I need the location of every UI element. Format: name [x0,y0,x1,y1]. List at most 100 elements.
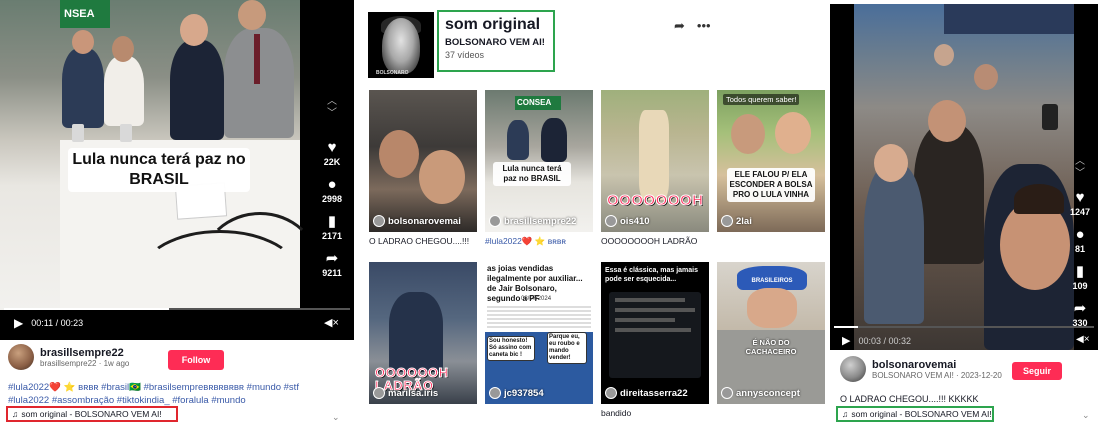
share-icon[interactable]: ➦ [674,18,685,34]
author-meta: brasillsempre22 · 1w ago [40,358,130,368]
video-player[interactable]: ︿ ﹀ ♥ 1247 ● 81 ▮ 109 ➦ 330 ▶ 00:03 / 00… [830,4,1098,350]
comment-icon[interactable]: ● [323,175,341,193]
progress-bar[interactable] [834,326,1094,328]
tile-user: 2lai [721,215,752,227]
action-rail: ︿ ﹀ ♥ 1247 ● 81 ▮ 109 ➦ 330 [1070,156,1090,336]
tile-overlay: Lula nunca terá paz no BRASIL [493,162,571,186]
play-icon[interactable]: ▶ [14,316,23,330]
cable [200,212,320,322]
tile-headline: Essa é clássica, mas jamais pode ser esq… [605,267,699,283]
bookmark-icon[interactable]: ▮ [323,212,341,230]
mute-icon[interactable]: ◀× [1076,334,1090,345]
header-actions: ➦ ••• [674,18,711,34]
grid-video[interactable]: Essa é clássica, mas jamais pode ser esq… [601,262,709,404]
phone [1042,104,1058,130]
music-note-icon: ♫ [842,409,849,419]
heart-icon[interactable]: ♥ [323,138,341,156]
person-head [775,112,811,154]
progress-bar[interactable] [4,308,350,310]
cap: BRASILEIROS [737,266,807,290]
tile-overlay: ELE FALOU P/ ELA ESCONDER A BOLSA PRO O … [727,168,815,202]
avatar[interactable] [8,344,34,370]
mute-icon[interactable]: ◀× [324,316,339,329]
sound-author[interactable]: BOLSONARO VEM AI! [445,37,547,48]
grid-video[interactable]: Todos querem saber! ELE FALOU P/ ELA ESC… [717,90,825,232]
tweet-line [615,308,695,312]
person [507,120,529,160]
hashtags[interactable]: #lula2022❤️ ⭐ ʙʀʙʀ #brasil🇧🇷 #brasilsemp… [8,382,318,407]
mini-avatar [605,215,617,227]
sound-title: som original [445,16,541,33]
controls: ▶ 00:11 / 00:23 [14,316,83,330]
video-frame: NSEA Lula nunca terá paz no BRASIL [0,0,320,310]
left-tiktok-post: NSEA Lula nunca terá paz no BRASIL ︿ ﹀ ♥… [0,0,356,425]
author-name[interactable]: bolsonarovemai [872,359,1002,371]
more-icon[interactable]: ••• [697,18,711,34]
post-description: O LADRAO CHEGOU....!!! KKKKK [840,394,979,404]
person [639,110,669,200]
glass [120,124,132,142]
person [541,118,567,162]
right-tiktok-post: ︿ ﹀ ♥ 1247 ● 81 ▮ 109 ➦ 330 ▶ 00:03 / 00… [830,0,1100,425]
grid-video[interactable]: BRASILEIROS É NÃO DO CACHACEIRO annyscon… [717,262,825,404]
chevron-up-icon[interactable]: ︿ [1075,156,1085,168]
expand-chevron-icon[interactable]: ⌄ [332,412,340,423]
author-meta: BOLSONARO VEM AI! · 2023-12-20 [872,370,1002,380]
banner: CONSEA [515,96,561,110]
grid-video[interactable]: CONSEA Lula nunca terá paz no BRASIL bra… [485,90,593,232]
progress-fill [4,308,170,310]
cover-label: BOLSONARO [376,70,409,76]
comment-count: 2998 [322,194,343,204]
tile-user: direitasserra22 [605,387,688,399]
person-head [928,100,966,142]
tile-user: marilsa.iris [373,387,438,399]
tile-date: 08/07/2024 [521,296,552,302]
follow-button[interactable]: Seguir [1012,362,1062,380]
play-icon[interactable]: ▶ [842,334,850,347]
glass [72,124,84,142]
video-player[interactable]: NSEA Lula nunca terá paz no BRASIL ︿ ﹀ ♥… [0,0,354,340]
post-info: bolsonarovemai BOLSONARO VEM AI! · 2023-… [840,356,1096,404]
mini-avatar [489,387,501,399]
person-head [238,0,266,30]
speech-bubble: Parque eu, eu roubo e mando vender! [547,332,587,364]
music-link[interactable]: ♫ som original - BOLSONARO VEM AI! [6,406,178,422]
heart-icon[interactable]: ♥ [1071,188,1089,206]
cover-face [382,18,420,74]
chevron-up-icon[interactable]: ︿ [327,96,337,108]
share-icon[interactable]: ➦ [1071,299,1089,317]
share-icon[interactable]: ➦ [323,249,341,267]
speech-bubble: Sou honesto! Só assino com caneta bic ! [487,336,535,361]
comment-icon[interactable]: ● [1071,225,1089,243]
person-head [180,14,208,46]
person [914,124,984,264]
music-note-icon: ♫ [12,409,19,419]
chevron-down-icon[interactable]: ﹀ [327,108,337,120]
grid-video[interactable]: bolsonarovemai [369,90,477,232]
person-head [974,64,998,90]
person [389,292,443,372]
tie [254,34,260,84]
grid-video[interactable]: OOOOOOOH ois410 [601,90,709,232]
mini-avatar [605,387,617,399]
video-frame [854,4,1074,350]
person-head [874,144,908,182]
person-head [747,288,797,328]
author-name[interactable]: brasillsempre22 [40,347,129,359]
screens [944,4,1074,34]
video-caption: Lula nunca terá paz no BRASIL [68,148,250,192]
music-link[interactable]: ♫ som original - BOLSONARO VEM AI! [836,406,994,422]
tweet-line [615,298,685,302]
expand-chevron-icon[interactable]: ⌄ [1082,410,1090,421]
avatar[interactable] [840,356,866,382]
person [864,164,924,324]
grid-video[interactable]: OOOOOOH LADRÃO marilsa.iris [369,262,477,404]
follow-button[interactable]: Follow [168,350,224,370]
bookmark-icon[interactable]: ▮ [1071,262,1089,280]
chevron-down-icon[interactable]: ﹀ [1075,168,1085,180]
action-rail: ︿ ﹀ ♥ 22K ● 2998 ▮ 2171 ➦ 9211 [322,96,342,286]
progress-fill [834,326,859,328]
tile-big-text: OOOOOOOH [607,192,704,210]
grid-video[interactable]: as joias vendidas ilegalmente por auxili… [485,262,593,404]
tile-caption: OOOOOOOOH LADRÃO [601,236,698,246]
